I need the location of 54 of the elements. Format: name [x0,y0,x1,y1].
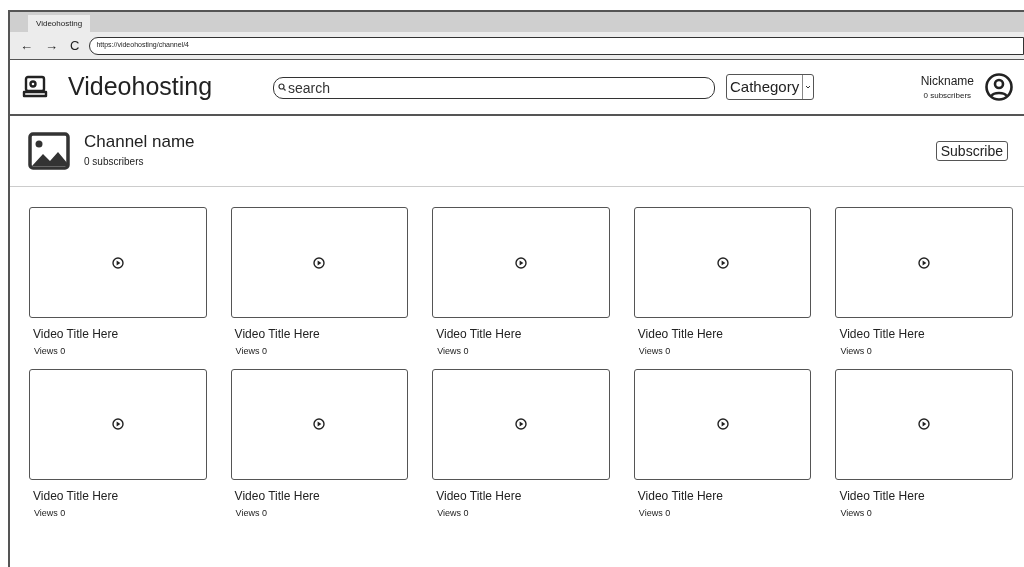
play-icon[interactable] [918,418,931,430]
video-views: Views 0 [437,506,470,520]
play-icon[interactable] [515,256,527,269]
channel-subscribers: 0 subscribers [84,155,145,170]
video-views: Views 0 [235,345,268,358]
video-views: Views 0 [840,345,873,358]
video-thumbnail[interactable] [432,207,610,318]
site-title: Videohosting [68,71,214,103]
user-nickname: Nickname [920,73,974,90]
video-title[interactable]: Video Title Here [436,325,610,343]
video-title[interactable]: Video Title Here [234,325,409,343]
video-views: Views 0 [34,506,67,520]
video-thumbnail[interactable] [835,207,1013,318]
video-title[interactable]: Video Title Here [637,486,812,505]
play-icon[interactable] [313,256,326,269]
search-field[interactable]: search [273,77,715,99]
video-title[interactable]: Video Title Here [33,486,207,505]
video-title[interactable]: Video Title Here [436,486,610,505]
video-views: Views 0 [34,345,67,358]
play-icon[interactable] [918,256,931,269]
user-avatar-icon[interactable] [984,72,1014,102]
caret-icon [804,83,813,91]
subscribe-button[interactable]: Subscribe [935,141,1008,161]
play-icon[interactable] [111,256,124,269]
channel-name: Channel name [84,130,195,153]
video-views: Views 0 [638,345,672,358]
play-icon[interactable] [313,418,326,430]
video-views: Views 0 [437,345,470,358]
video-title[interactable]: Video Title Here [33,325,207,343]
video-thumbnail[interactable] [29,207,207,318]
browser-tab[interactable]: Videohosting [28,15,91,32]
play-icon[interactable] [515,418,527,430]
video-thumbnail[interactable] [633,207,812,318]
video-views: Views 0 [840,506,873,520]
video-views: Views 0 [638,506,672,520]
video-thumbnail[interactable] [432,368,610,480]
laptop-icon [22,75,48,99]
video-title[interactable]: Video Title Here [839,325,1013,343]
video-thumbnail[interactable] [230,368,409,480]
play-icon[interactable] [716,256,729,269]
video-thumbnail[interactable] [29,368,207,480]
image-icon [28,132,70,170]
video-thumbnail[interactable] [633,368,812,480]
search-icon [278,83,286,91]
video-title[interactable]: Video Title Here [637,325,812,343]
play-icon[interactable] [716,418,729,430]
play-icon[interactable] [111,418,124,430]
video-title[interactable]: Video Title Here [234,486,409,505]
video-title[interactable]: Video Title Here [839,486,1013,505]
category-dropdown[interactable]: Cathegory [726,74,815,100]
video-thumbnail[interactable] [230,207,409,318]
video-views: Views 0 [235,506,268,520]
video-thumbnail[interactable] [835,368,1013,480]
user-subscribers: 0 subscribers [923,90,972,102]
